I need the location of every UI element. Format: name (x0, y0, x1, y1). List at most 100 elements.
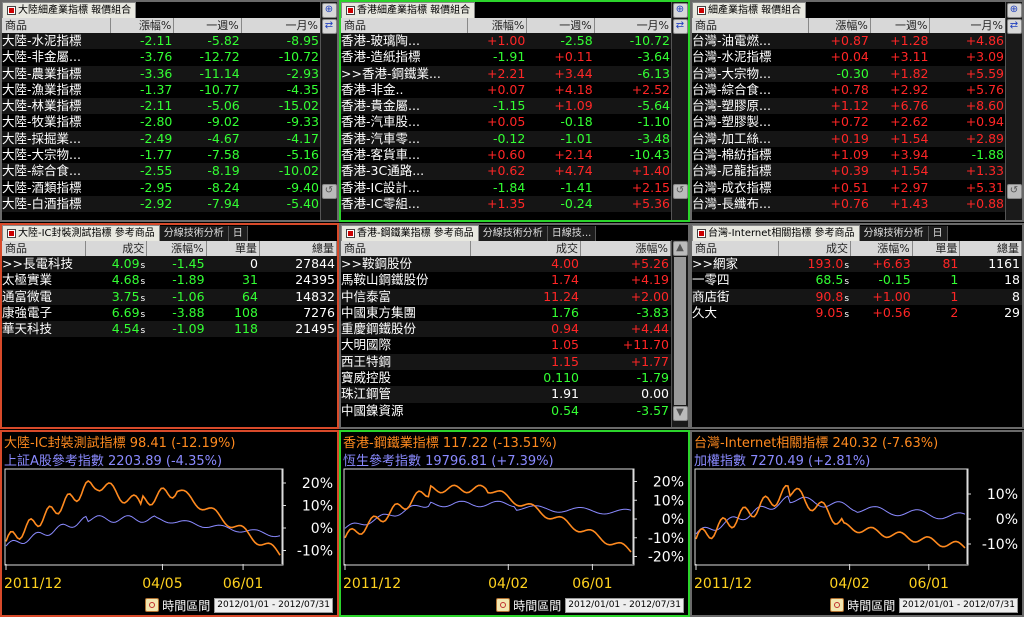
panel-title-tab[interactable]: 香港細產業指標 報價組合 (341, 2, 476, 19)
table-row[interactable]: 香港-玻璃陶... +1.00 -2.58 -10.72 (341, 33, 672, 50)
column-header[interactable]: 一週% (527, 18, 595, 33)
table-row[interactable]: 台灣-加工絲... +0.19 +1.54 +2.89 (692, 130, 1006, 148)
table-row[interactable]: 華天科技 4.54s -1.09 118 21495 (2, 321, 337, 338)
column-header[interactable]: 商品 (692, 241, 780, 256)
table-row[interactable]: 寶威控股 0.110 -1.79 (341, 370, 672, 387)
table-row[interactable]: 大陸-牧業指標 -2.80 -9.02 -9.33 (2, 114, 321, 131)
tab-daily[interactable]: 日 (228, 226, 248, 241)
time-range-value[interactable]: 2012/01/01 - 2012/07/31 (565, 597, 684, 613)
scroll-thumb[interactable] (674, 257, 686, 405)
tab-tech-analysis[interactable]: 分線技術分析 (159, 226, 229, 241)
table-row[interactable]: 香港-3C通路... +0.62 +4.74 +1.40 (341, 163, 672, 180)
table-row[interactable]: 通富微電 3.75s -1.06 64 14832 (2, 288, 337, 305)
panel-title-tab[interactable]: 大陸細產業指標 報價組合 (2, 2, 137, 19)
table-row[interactable]: 香港-汽車零... -0.12 -1.01 -3.48 (341, 130, 672, 148)
table-row[interactable]: 台灣-長纖布... +0.76 +1.43 +0.88 (692, 195, 1006, 213)
table-row[interactable]: 大陸-酒類指標 -2.95 -8.24 -9.40 (2, 179, 321, 196)
column-header[interactable]: 一週% (174, 18, 242, 33)
table-row[interactable]: 台灣-水泥指標 +0.04 +3.11 +3.09 (692, 49, 1006, 66)
panel-title-tab[interactable]: 香港-鋼鐵業指標 參考商品 (341, 225, 479, 242)
table-row[interactable]: 康強電子 6.69s -3.88 108 7276 (2, 304, 337, 322)
table-row[interactable]: 西王特鋼 1.15 +1.77 (341, 353, 672, 371)
column-header[interactable]: 單量 (207, 241, 260, 256)
zoom-icon[interactable]: ⊕ (321, 3, 337, 18)
table-row[interactable]: 大陸-林業指標 -2.11 -5.06 -15.02 (2, 98, 321, 115)
swap-icon[interactable]: ⇄ (321, 19, 337, 34)
table-row[interactable]: 香港-IC零組... +1.35 -0.24 +5.36 (341, 195, 672, 213)
table-row[interactable]: 台灣-綜合食... +0.78 +2.92 +5.76 (692, 81, 1006, 99)
table-row[interactable]: 台灣-大宗物... -0.30 +1.82 +5.59 (692, 65, 1006, 82)
column-header[interactable]: 漲幅% (851, 241, 913, 256)
table-row[interactable]: >>香港-鋼鐵業... +2.21 +3.44 -6.13 (341, 65, 672, 82)
table-row[interactable]: 香港-客貨車... +0.60 +2.14 -10.43 (341, 147, 672, 164)
table-row[interactable]: 太極實業 4.68s -1.89 31 24395 (2, 272, 337, 289)
tab-daily[interactable]: 日線技... (547, 226, 597, 241)
table-row[interactable]: 台灣-尼龍指標 +0.39 +1.54 +1.33 (692, 163, 1006, 180)
table-row[interactable]: 台灣-棉紡指標 +1.09 +3.94 -1.88 (692, 147, 1006, 164)
column-header[interactable]: 總量 (960, 241, 1022, 256)
table-row[interactable]: 珠江鋼管 1.91 0.00 (341, 386, 672, 403)
table-row[interactable]: 馬鞍山鋼鐵股份 1.74 +4.19 (341, 272, 672, 289)
table-row[interactable]: 台灣-油電燃... +0.87 +1.28 +4.86 (692, 33, 1006, 50)
column-header[interactable]: 一月% (242, 18, 321, 33)
time-range-value[interactable]: 2012/01/01 - 2012/07/31 (214, 597, 333, 613)
column-header[interactable]: 成交 (471, 241, 581, 256)
scroll-down-arrow[interactable]: ▼ (672, 406, 688, 421)
table-row[interactable]: 大陸-大宗物... -1.77 -7.58 -5.16 (2, 147, 321, 164)
table-row[interactable]: 台灣-塑膠製... +0.72 +2.62 +0.94 (692, 114, 1006, 131)
table-row[interactable]: 一零四 68.5s -0.15 1 18 (692, 272, 1022, 289)
table-row[interactable]: 久大 9.05s +0.56 2 29 (692, 304, 1022, 322)
zoom-icon[interactable]: ⊕ (1006, 3, 1022, 18)
table-row[interactable]: 香港-IC設計... -1.84 -1.41 +2.15 (341, 179, 672, 196)
time-range-bar[interactable]: 時間區間 2012/01/01 - 2012/07/31 (496, 597, 684, 613)
tab-tech-analysis[interactable]: 分線技術分析 (478, 226, 548, 241)
time-range-value[interactable]: 2012/01/01 - 2012/07/31 (899, 597, 1018, 613)
table-row[interactable]: 大陸-非金屬... -3.76 -12.72 -10.72 (2, 49, 321, 66)
column-header[interactable]: 漲幅% (468, 18, 528, 33)
column-header[interactable]: 單量 (913, 241, 961, 256)
column-header[interactable]: 成交 (779, 241, 852, 256)
table-row[interactable]: 香港-汽車股... +0.05 -0.18 -1.10 (341, 114, 672, 131)
table-row[interactable]: 中國東方集團 1.76 -3.83 (341, 304, 672, 322)
column-header[interactable]: 一月% (595, 18, 673, 33)
table-row[interactable]: 大陸-採掘業... -2.49 -4.67 -4.17 (2, 130, 321, 148)
scroll-up-arrow[interactable]: ▲ (672, 241, 688, 256)
table-row[interactable]: 香港-貴金屬... -1.15 +1.09 -5.64 (341, 98, 672, 115)
tab-tech-analysis[interactable]: 分線技術分析 (859, 226, 929, 241)
column-header[interactable]: 總量 (260, 241, 337, 256)
column-header[interactable]: 一月% (930, 18, 1006, 33)
column-header[interactable]: 成交 (86, 241, 148, 256)
column-header[interactable]: 商品 (692, 18, 810, 33)
scrollbar[interactable]: ▲ ▼ (671, 240, 688, 427)
table-row[interactable]: >>長電科技 4.09s -1.45 0 27844 (2, 256, 337, 273)
column-header[interactable]: 漲幅% (147, 241, 207, 256)
time-range-bar[interactable]: 時間區間 2012/01/01 - 2012/07/31 (145, 597, 333, 613)
column-header[interactable]: 商品 (2, 18, 111, 33)
swap-icon[interactable]: ⇄ (1006, 19, 1022, 34)
table-row[interactable]: 大陸-漁業指標 -1.37 -10.77 -4.35 (2, 81, 321, 99)
table-row[interactable]: >>鞍鋼股份 4.00 +5.26 (341, 256, 672, 273)
column-header[interactable]: 商品 (2, 241, 87, 256)
panel-title-tab[interactable]: 台灣-Internet相關指標 參考商品 (692, 225, 860, 242)
time-range-bar[interactable]: 時間區間 2012/01/01 - 2012/07/31 (830, 597, 1018, 613)
table-row[interactable]: 大陸-水泥指標 -2.11 -5.82 -8.95 (2, 33, 321, 50)
scroll-up-icon[interactable]: ↺ (321, 184, 337, 199)
table-row[interactable]: 大明國際 1.05 +11.70 (341, 337, 672, 354)
table-row[interactable]: 台灣-成衣指標 +0.51 +2.97 +5.31 (692, 179, 1006, 196)
panel-title-tab[interactable]: 大陸-IC封裝測試指標 參考商品 (2, 225, 160, 242)
table-row[interactable]: 大陸-農業指標 -3.36 -11.14 -2.93 (2, 65, 321, 82)
table-row[interactable]: 大陸-綜合食... -2.55 -8.19 -10.02 (2, 163, 321, 180)
column-header[interactable]: 漲幅% (809, 18, 871, 33)
table-row[interactable]: >>網家 193.0s +6.63 81 1161 (692, 256, 1022, 273)
column-header[interactable]: 漲幅% (581, 241, 671, 256)
column-header[interactable]: 漲幅% (111, 18, 175, 33)
scroll-up-icon[interactable]: ↺ (1006, 184, 1022, 199)
table-row[interactable]: 重慶鋼鐵股份 0.94 +4.44 (341, 321, 672, 338)
table-row[interactable]: 商店街 90.8s +1.00 1 8 (692, 288, 1022, 305)
table-row[interactable]: 香港-非金.. +0.07 +4.18 +2.52 (341, 81, 672, 99)
swap-icon[interactable]: ⇄ (672, 19, 688, 34)
table-row[interactable]: 香港-造紙指標 -1.91 +0.11 -3.64 (341, 49, 672, 66)
tab-daily[interactable]: 日 (928, 226, 948, 241)
scroll-up-icon[interactable]: ↺ (672, 184, 688, 199)
table-row[interactable]: 中國鎳資源 0.54 -3.57 (341, 402, 672, 419)
